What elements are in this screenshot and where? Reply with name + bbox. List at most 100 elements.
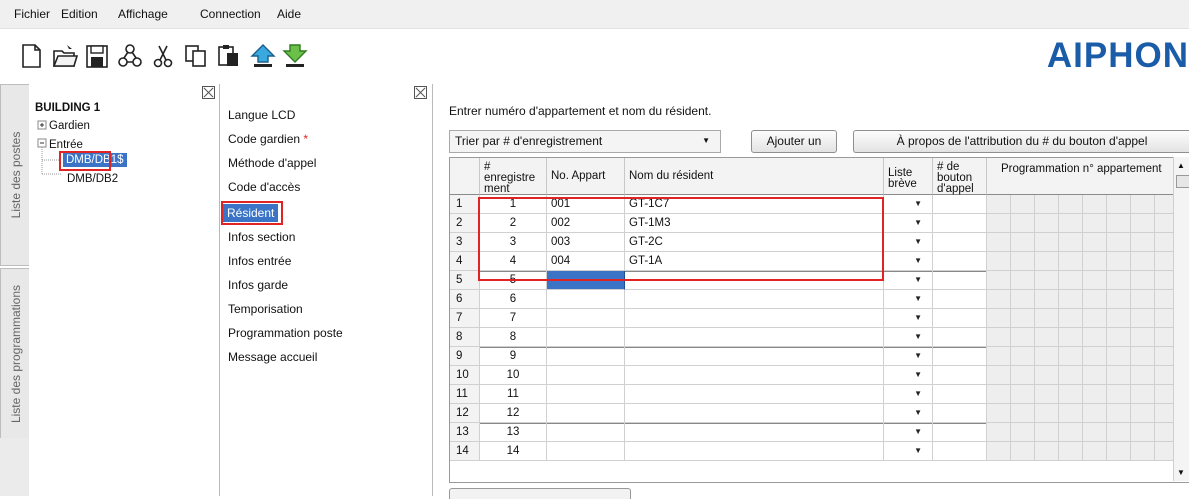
programming-cell[interactable] bbox=[1035, 404, 1059, 423]
sort-select[interactable]: Trier par # d'enregistrement ▼ bbox=[449, 130, 721, 153]
programming-cell[interactable] bbox=[1131, 442, 1155, 461]
tree-item-gardien[interactable]: Gardien bbox=[49, 120, 90, 132]
programming-cell[interactable] bbox=[1059, 366, 1083, 385]
programming-cell[interactable] bbox=[1107, 271, 1131, 290]
programming-cell[interactable] bbox=[1035, 195, 1059, 214]
tab-liste-programmations[interactable]: Liste des programmations bbox=[0, 268, 31, 440]
programming-cell[interactable] bbox=[1035, 233, 1059, 252]
programming-cell[interactable] bbox=[1059, 328, 1083, 347]
record-number-cell[interactable]: 3 bbox=[480, 233, 547, 252]
programming-cell[interactable] bbox=[1131, 347, 1155, 366]
short-list-dropdown[interactable]: ▼ bbox=[884, 252, 933, 271]
resident-name-cell[interactable] bbox=[625, 290, 884, 309]
close-menu-panel-icon[interactable] bbox=[414, 86, 427, 99]
call-button-cell[interactable] bbox=[933, 309, 987, 328]
apartment-cell[interactable] bbox=[547, 366, 625, 385]
short-list-dropdown[interactable]: ▼ bbox=[884, 309, 933, 328]
programming-cell[interactable] bbox=[1107, 347, 1131, 366]
programming-cell[interactable] bbox=[1107, 328, 1131, 347]
programming-cell[interactable] bbox=[1011, 347, 1035, 366]
call-button-cell[interactable] bbox=[933, 442, 987, 461]
programming-cell[interactable] bbox=[987, 442, 1011, 461]
short-list-dropdown[interactable]: ▼ bbox=[884, 404, 933, 423]
programming-cell[interactable] bbox=[1107, 252, 1131, 271]
call-button-cell[interactable] bbox=[933, 271, 987, 290]
programming-cell[interactable] bbox=[1059, 423, 1083, 442]
tree-item-dmb-db2[interactable]: DMB/DB2 bbox=[67, 173, 118, 185]
menu-item-langue-lcd[interactable]: Langue LCD bbox=[228, 108, 295, 122]
resident-name-cell[interactable]: GT-1M3 bbox=[625, 214, 884, 233]
call-button-cell[interactable] bbox=[933, 423, 987, 442]
call-button-cell[interactable] bbox=[933, 214, 987, 233]
record-number-cell[interactable]: 9 bbox=[480, 347, 547, 366]
programming-cell[interactable] bbox=[1059, 214, 1083, 233]
programming-cell[interactable] bbox=[1059, 233, 1083, 252]
call-button-cell[interactable] bbox=[933, 290, 987, 309]
scroll-up-icon[interactable]: ▲ bbox=[1177, 161, 1185, 170]
programming-cell[interactable] bbox=[1131, 366, 1155, 385]
record-number-cell[interactable]: 12 bbox=[480, 404, 547, 423]
programming-cell[interactable] bbox=[1107, 404, 1131, 423]
programming-cell[interactable] bbox=[1107, 233, 1131, 252]
menu-item-infos-garde[interactable]: Infos garde bbox=[228, 278, 288, 292]
resident-name-cell[interactable] bbox=[625, 271, 884, 290]
short-list-dropdown[interactable]: ▼ bbox=[884, 328, 933, 347]
resident-name-cell[interactable] bbox=[625, 423, 884, 442]
header-programmation[interactable]: Programmation n° appartement bbox=[987, 158, 1174, 195]
programming-cell[interactable] bbox=[1083, 404, 1107, 423]
apartment-cell[interactable]: 004 bbox=[547, 252, 625, 271]
apartment-cell[interactable]: 001 bbox=[547, 195, 625, 214]
programming-cell[interactable] bbox=[1131, 404, 1155, 423]
header-liste-breve[interactable]: Liste brève bbox=[884, 158, 933, 195]
short-list-dropdown[interactable]: ▼ bbox=[884, 442, 933, 461]
programming-cell[interactable] bbox=[1011, 328, 1035, 347]
programming-cell[interactable] bbox=[1083, 442, 1107, 461]
short-list-dropdown[interactable]: ▼ bbox=[884, 214, 933, 233]
programming-cell[interactable] bbox=[1011, 404, 1035, 423]
programming-cell[interactable] bbox=[1083, 385, 1107, 404]
short-list-dropdown[interactable]: ▼ bbox=[884, 233, 933, 252]
programming-cell[interactable] bbox=[1107, 195, 1131, 214]
programming-cell[interactable] bbox=[1011, 233, 1035, 252]
short-list-dropdown[interactable]: ▼ bbox=[884, 271, 933, 290]
programming-cell[interactable] bbox=[1011, 442, 1035, 461]
programming-cell[interactable] bbox=[1035, 385, 1059, 404]
programming-cell[interactable] bbox=[1131, 214, 1155, 233]
apartment-cell[interactable] bbox=[547, 309, 625, 328]
programming-cell[interactable] bbox=[1035, 328, 1059, 347]
record-number-cell[interactable]: 5 bbox=[480, 271, 547, 290]
call-button-cell[interactable] bbox=[933, 347, 987, 366]
short-list-dropdown[interactable]: ▼ bbox=[884, 195, 933, 214]
resident-name-cell[interactable] bbox=[625, 309, 884, 328]
short-list-dropdown[interactable]: ▼ bbox=[884, 385, 933, 404]
programming-cell[interactable] bbox=[987, 290, 1011, 309]
programming-cell[interactable] bbox=[1107, 385, 1131, 404]
programming-cell[interactable] bbox=[1011, 290, 1035, 309]
programming-cell[interactable] bbox=[1083, 214, 1107, 233]
tree-item-dmb-db1[interactable]: DMB/DB1$ bbox=[63, 153, 127, 167]
programming-cell[interactable] bbox=[1035, 309, 1059, 328]
menu-connection[interactable]: Connection bbox=[200, 7, 261, 21]
programming-cell[interactable] bbox=[1035, 442, 1059, 461]
programming-cell[interactable] bbox=[987, 347, 1011, 366]
programming-cell[interactable] bbox=[987, 252, 1011, 271]
programming-cell[interactable] bbox=[1059, 385, 1083, 404]
apartment-cell[interactable] bbox=[547, 328, 625, 347]
programming-cell[interactable] bbox=[987, 233, 1011, 252]
programming-cell[interactable] bbox=[1011, 385, 1035, 404]
resident-name-cell[interactable]: GT-1A bbox=[625, 252, 884, 271]
network-icon[interactable] bbox=[117, 43, 143, 69]
resident-name-cell[interactable] bbox=[625, 347, 884, 366]
apartment-cell[interactable]: 003 bbox=[547, 233, 625, 252]
programming-cell[interactable] bbox=[1035, 271, 1059, 290]
menu-item-message-accueil[interactable]: Message accueil bbox=[228, 350, 317, 364]
scroll-down-icon[interactable]: ▼ bbox=[1177, 468, 1185, 477]
programming-cell[interactable] bbox=[987, 309, 1011, 328]
programming-cell[interactable] bbox=[1011, 252, 1035, 271]
short-list-dropdown[interactable]: ▼ bbox=[884, 347, 933, 366]
programming-cell[interactable] bbox=[1107, 214, 1131, 233]
resident-name-cell[interactable] bbox=[625, 328, 884, 347]
record-number-cell[interactable]: 13 bbox=[480, 423, 547, 442]
menu-item-programmation-poste[interactable]: Programmation poste bbox=[228, 326, 343, 340]
table-scrollbar[interactable]: ▲ ▼ bbox=[1173, 157, 1189, 481]
